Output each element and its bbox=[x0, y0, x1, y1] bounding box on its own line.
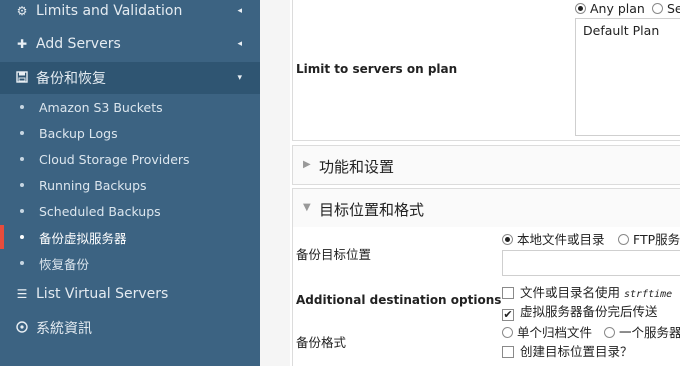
plan-label: Limit to servers on plan bbox=[296, 62, 458, 76]
sidebar-item-label: Limits and Validation bbox=[36, 3, 183, 19]
bullet-icon bbox=[20, 235, 24, 239]
create-dir-checkbox[interactable]: 创建目标位置目录？ bbox=[502, 341, 633, 360]
format-each-label: 一个服务器 bbox=[619, 325, 680, 340]
section-dest-header[interactable]: ▼ 目标位置和格式 bbox=[292, 188, 680, 228]
dest-local-label: 本地文件或目录 bbox=[517, 232, 605, 247]
plan-any-radio[interactable]: Any plan bbox=[575, 1, 645, 16]
plus-icon: ✚ bbox=[16, 37, 28, 51]
sidebar-subitem-backup-virtual-servers[interactable]: 备份虚拟服务器 bbox=[0, 224, 260, 250]
sidebar-item-system-info[interactable]: 系統資訊 bbox=[0, 314, 260, 342]
checkbox-icon bbox=[502, 346, 514, 358]
radio-selected-icon bbox=[575, 3, 586, 14]
sidebar-subitem-label: Backup Logs bbox=[39, 125, 118, 141]
format-label: 备份格式 bbox=[296, 335, 347, 350]
sidebar-subitem-restore-backup[interactable]: 恢复备份 bbox=[0, 250, 260, 276]
radio-icon bbox=[618, 234, 629, 245]
sidebar-item-label: List Virtual Servers bbox=[36, 286, 169, 302]
dest-ftp-label: FTP服务 bbox=[633, 232, 680, 247]
chevron-down-icon: ▾ bbox=[237, 73, 242, 83]
sidebar-subitem-label: Cloud Storage Providers bbox=[39, 151, 190, 167]
sidebar-item-add-servers[interactable]: ✚ Add Servers ◂ bbox=[0, 30, 260, 58]
info-circle-icon bbox=[14, 320, 30, 336]
sidebar-subitem-backup-logs[interactable]: Backup Logs bbox=[0, 120, 260, 146]
section-features-header[interactable]: ▶ 功能和设置 bbox=[292, 145, 680, 185]
sidebar-subitem-scheduled-backups[interactable]: Scheduled Backups bbox=[0, 198, 260, 224]
content-gutter bbox=[260, 0, 290, 366]
plan-any-label: Any plan bbox=[590, 1, 645, 16]
sidebar-item-list-virtual-servers[interactable]: ☰ List Virtual Servers bbox=[0, 280, 260, 308]
sidebar-item-backup-restore[interactable]: 备份和恢复 ▾ bbox=[0, 62, 260, 94]
radio-icon bbox=[502, 327, 513, 338]
transfer-after-label: 虚拟服务器备份完后传送 bbox=[520, 304, 658, 319]
section-features-title: 功能和设置 bbox=[319, 158, 395, 176]
sidebar-item-label: 备份和恢复 bbox=[36, 71, 106, 87]
sidebar-item-label: Add Servers bbox=[36, 36, 121, 52]
sidebar-item-limits[interactable]: ⚙ Limits and Validation ◂ bbox=[0, 0, 260, 22]
strftime-code: strftime bbox=[624, 289, 673, 300]
sidebar: ⚙ Limits and Validation ◂ ✚ Add Servers … bbox=[0, 0, 260, 366]
checkmark-icon: ✔ bbox=[502, 308, 514, 321]
plan-list-option[interactable]: Default Plan bbox=[583, 23, 659, 38]
bullet-icon bbox=[20, 209, 24, 213]
dest-path-input[interactable] bbox=[502, 250, 680, 276]
plan-selected-radio[interactable]: Se bbox=[652, 1, 680, 16]
additional-label: Additional destination options bbox=[296, 293, 502, 307]
strftime-checkbox[interactable]: 文件或目录名使用 strftime bbox=[502, 282, 672, 301]
bullet-icon bbox=[20, 261, 24, 265]
sidebar-item-label: 系統資訊 bbox=[36, 321, 92, 337]
triangle-right-icon: ▶ bbox=[303, 159, 311, 170]
sidebar-subitem-label: Scheduled Backups bbox=[39, 203, 161, 219]
dest-local-radio[interactable]: 本地文件或目录 bbox=[502, 229, 605, 248]
chevron-left-icon: ◂ bbox=[237, 39, 242, 49]
transfer-after-checkbox[interactable]: ✔ 虚拟服务器备份完后传送 bbox=[502, 301, 658, 321]
create-dir-label: 创建目标位置目录？ bbox=[520, 344, 633, 359]
plan-listbox[interactable]: Default Plan bbox=[575, 18, 680, 136]
sidebar-subitem-label: 备份虚拟服务器 bbox=[39, 230, 127, 246]
plan-selected-label: Se bbox=[667, 1, 680, 16]
triangle-down-icon: ▼ bbox=[303, 202, 311, 213]
sidebar-subitem-cloud-storage[interactable]: Cloud Storage Providers bbox=[0, 146, 260, 172]
bullet-icon bbox=[20, 131, 24, 135]
section-dest-title: 目标位置和格式 bbox=[319, 201, 425, 219]
checkbox-icon bbox=[502, 287, 514, 299]
radio-icon bbox=[652, 3, 663, 14]
format-single-radio[interactable]: 单个归档文件 bbox=[502, 322, 592, 341]
dest-label: 备份目标位置 bbox=[296, 247, 372, 262]
dest-ftp-radio[interactable]: FTP服务 bbox=[618, 229, 680, 248]
sidebar-subitem-running-backups[interactable]: Running Backups bbox=[0, 172, 260, 198]
strftime-label: 文件或目录名使用 bbox=[520, 285, 621, 300]
sidebar-subitem-label: Running Backups bbox=[39, 177, 147, 193]
bullet-icon bbox=[20, 157, 24, 161]
radio-selected-icon bbox=[502, 234, 513, 245]
sidebar-subitem-label: 恢复备份 bbox=[39, 256, 90, 272]
radio-icon bbox=[604, 327, 615, 338]
chevron-left-icon: ◂ bbox=[237, 6, 242, 16]
sidebar-subitem-s3-buckets[interactable]: Amazon S3 Buckets bbox=[0, 94, 260, 120]
format-single-label: 单个归档文件 bbox=[517, 325, 593, 340]
bullet-icon bbox=[20, 105, 24, 109]
gear-icon: ⚙ bbox=[16, 4, 28, 18]
list-icon: ☰ bbox=[16, 287, 28, 301]
sidebar-subitem-label: Amazon S3 Buckets bbox=[39, 99, 163, 115]
format-each-radio[interactable]: 一个服务器 bbox=[604, 322, 680, 341]
bullet-icon bbox=[20, 183, 24, 187]
save-icon bbox=[14, 70, 30, 86]
